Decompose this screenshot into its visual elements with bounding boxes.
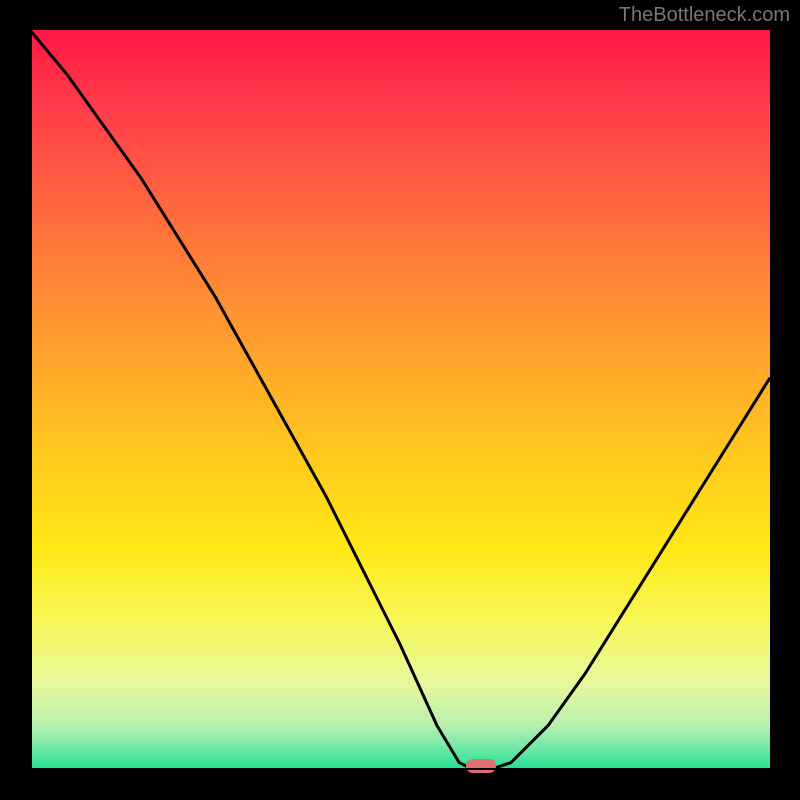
y-axis xyxy=(30,30,32,770)
optimal-marker xyxy=(466,759,496,773)
chart-area xyxy=(30,30,770,770)
curve-line xyxy=(30,30,770,770)
attribution-text: TheBottleneck.com xyxy=(619,4,790,27)
x-axis xyxy=(30,768,770,770)
